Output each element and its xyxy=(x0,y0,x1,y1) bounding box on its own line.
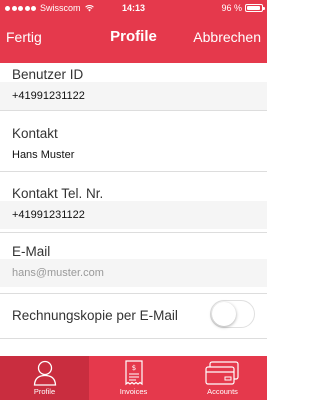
credit-cards-icon xyxy=(204,361,239,385)
person-icon xyxy=(33,360,56,386)
field-label-user-id: Benutzer ID xyxy=(12,67,84,82)
divider xyxy=(0,293,267,294)
battery-icon xyxy=(245,4,265,12)
tab-accounts[interactable]: Accounts xyxy=(178,356,267,400)
tab-label-invoices: Invoices xyxy=(119,387,148,396)
invoice-copy-toggle[interactable] xyxy=(210,300,255,328)
field-label-contact-phone: Kontakt Tel. Nr. xyxy=(12,186,104,201)
invoice-copy-label: Rechnungskopie per E-Mail xyxy=(12,308,178,323)
nav-bar: Fertig Profile Abbrechen xyxy=(0,16,267,58)
field-label-email: E-Mail xyxy=(12,244,51,259)
tab-profile[interactable]: Profile xyxy=(0,356,89,400)
contact-input[interactable]: Hans Muster xyxy=(0,141,267,169)
tab-label-accounts: Accounts xyxy=(207,387,238,396)
battery-percent: 96 % xyxy=(221,3,242,13)
invoice-copy-row: Rechnungskopie per E-Mail xyxy=(0,296,267,336)
invoice-icon: $ xyxy=(124,360,143,386)
divider xyxy=(0,338,267,339)
tab-invoices[interactable]: $ Invoices xyxy=(89,356,178,400)
toggle-knob xyxy=(212,302,236,326)
divider xyxy=(0,110,267,111)
divider xyxy=(0,232,267,233)
done-button[interactable]: Fertig xyxy=(6,16,42,58)
contact-phone-input[interactable]: +41991231122 xyxy=(0,201,267,229)
header: Swisscom 14:13 96 % Fertig Profile Abbre… xyxy=(0,0,267,63)
status-right: 96 % xyxy=(221,0,265,16)
user-id-input[interactable]: +41991231122 xyxy=(0,82,267,110)
divider xyxy=(0,171,267,172)
svg-text:$: $ xyxy=(131,364,135,372)
cancel-button[interactable]: Abbrechen xyxy=(193,16,261,58)
tab-label-profile: Profile xyxy=(33,387,56,396)
status-bar: Swisscom 14:13 96 % xyxy=(0,0,267,16)
email-input[interactable]: hans@muster.com xyxy=(0,259,267,287)
field-label-contact: Kontakt xyxy=(12,126,58,141)
tab-bar: Profile $ Invoices Accounts xyxy=(0,356,267,400)
